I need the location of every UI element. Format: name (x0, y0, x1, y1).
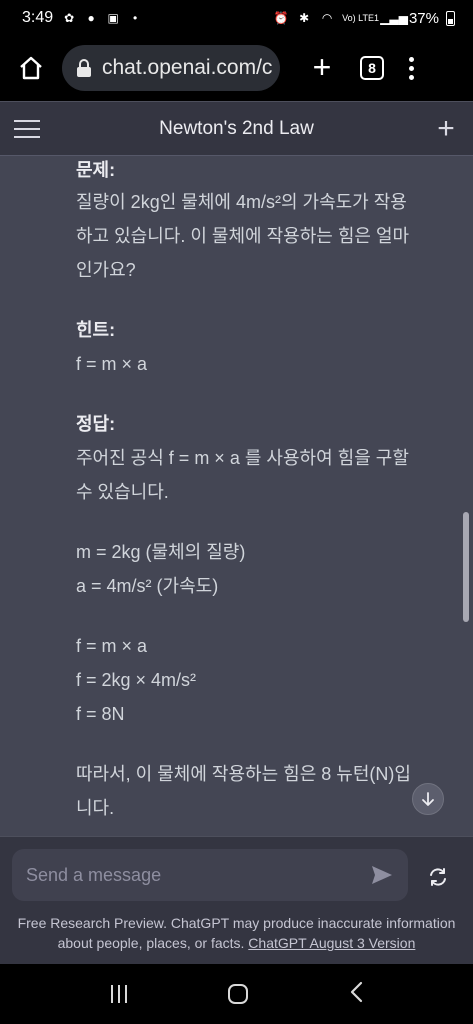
scrollbar[interactable] (463, 512, 469, 622)
problem-text-line: 하고 있습니다. 이 물체에 작용하는 힘은 얼마 (76, 226, 410, 246)
conclusion-line: 따라서, 이 물체에 작용하는 힘은 8 뉴턴(N)입 (76, 764, 411, 784)
notification-icons: ✿ ● ▣ • (61, 10, 143, 26)
send-button[interactable] (370, 863, 394, 887)
bluetooth-icon: ✱ (299, 11, 310, 25)
menu-button[interactable] (14, 119, 40, 138)
answer-heading: 정답: (76, 414, 116, 434)
home-button[interactable] (14, 51, 48, 85)
answer-text-line: 주어진 공식 f = m × a 를 사용하여 힘을 구할 (76, 448, 409, 468)
url-text: chat.openai.com/c (102, 56, 273, 79)
chat-title: Newton's 2nd Law (159, 117, 314, 139)
refresh-icon (430, 868, 446, 886)
system-icons: ⏰ ✱ ◠ Vo) LTE1 ▁▃▅ 37% (273, 10, 455, 27)
disclaimer: Free Research Preview. ChatGPT may produ… (0, 913, 473, 953)
signal-icon: ▁▃▅ (380, 11, 408, 25)
hint-heading: 힌트: (76, 320, 116, 340)
status-time: 3:49 (22, 9, 54, 26)
more-notifications-dot-icon: • (133, 11, 138, 25)
arrow-down-icon (422, 792, 434, 806)
given-mass: m = 2kg (물체의 질량) (76, 542, 246, 562)
home-icon (20, 56, 42, 80)
new-tab-button[interactable]: + (306, 49, 338, 85)
chat-message-area[interactable]: 문제: 질량이 2kg인 물체에 4m/s²의 가속도가 작용 하고 있습니다.… (0, 156, 473, 836)
problem-text-line: 질량이 2kg인 물체에 4m/s²의 가속도가 작용 (76, 192, 407, 212)
message-input-box[interactable] (12, 849, 408, 901)
regenerate-button[interactable] (424, 863, 452, 891)
conclusion-line: 니다. (76, 798, 115, 818)
tab-switcher-button[interactable]: 8 (360, 56, 384, 80)
back-button[interactable] (349, 981, 363, 1008)
back-chevron-icon (350, 981, 362, 1002)
version-link[interactable]: ChatGPT August 3 Version (248, 935, 415, 951)
lock-icon (76, 59, 92, 77)
wifi-icon: ◠ (321, 11, 333, 25)
calculation-line: f = 2kg × 4m/s² (76, 670, 197, 690)
browser-toolbar: chat.openai.com/c + 8 (0, 36, 473, 100)
home-nav-button[interactable] (227, 984, 248, 1004)
browser-menu-button[interactable] (406, 56, 416, 80)
recents-icon (110, 985, 113, 1003)
recent-apps-button[interactable] (110, 985, 127, 1003)
calculation-line: f = 8N (76, 704, 125, 724)
talk-notification-icon: ● (87, 11, 95, 25)
battery-icon (446, 10, 455, 26)
send-icon (372, 866, 392, 884)
problem-heading: 문제: (76, 160, 116, 180)
plus-icon: + (312, 49, 332, 85)
status-bar: 3:49 ✿ ● ▣ • ⏰ ✱ ◠ Vo) LTE1 ▁▃▅ 37% (0, 0, 473, 36)
plus-icon: + (437, 111, 455, 145)
message-input[interactable] (26, 864, 370, 886)
hint-formula: f = m × a (76, 354, 148, 374)
answer-text-line: 수 있습니다. (76, 482, 169, 502)
battery-percent: 37% (408, 9, 439, 27)
address-bar[interactable]: chat.openai.com/c (62, 45, 280, 91)
system-navigation-bar (0, 964, 473, 1024)
calculation-line: f = m × a (76, 636, 148, 656)
hamburger-icon (14, 119, 40, 122)
scroll-to-bottom-button[interactable] (412, 783, 444, 815)
alarm-icon: ⏰ (273, 11, 289, 25)
composer-area: Free Research Preview. ChatGPT may produ… (0, 836, 473, 964)
given-acceleration: a = 4m/s² (가속도) (76, 576, 219, 596)
problem-text-line: 인가요? (76, 260, 136, 280)
more-vert-icon (408, 56, 414, 62)
new-chat-button[interactable]: + (433, 113, 459, 143)
calendar-icon: ▣ (107, 11, 119, 25)
network-label: Vo) LTE1 (342, 12, 379, 23)
app-notification-icon: ✿ (64, 11, 75, 25)
chat-header: Newton's 2nd Law + (0, 101, 473, 156)
